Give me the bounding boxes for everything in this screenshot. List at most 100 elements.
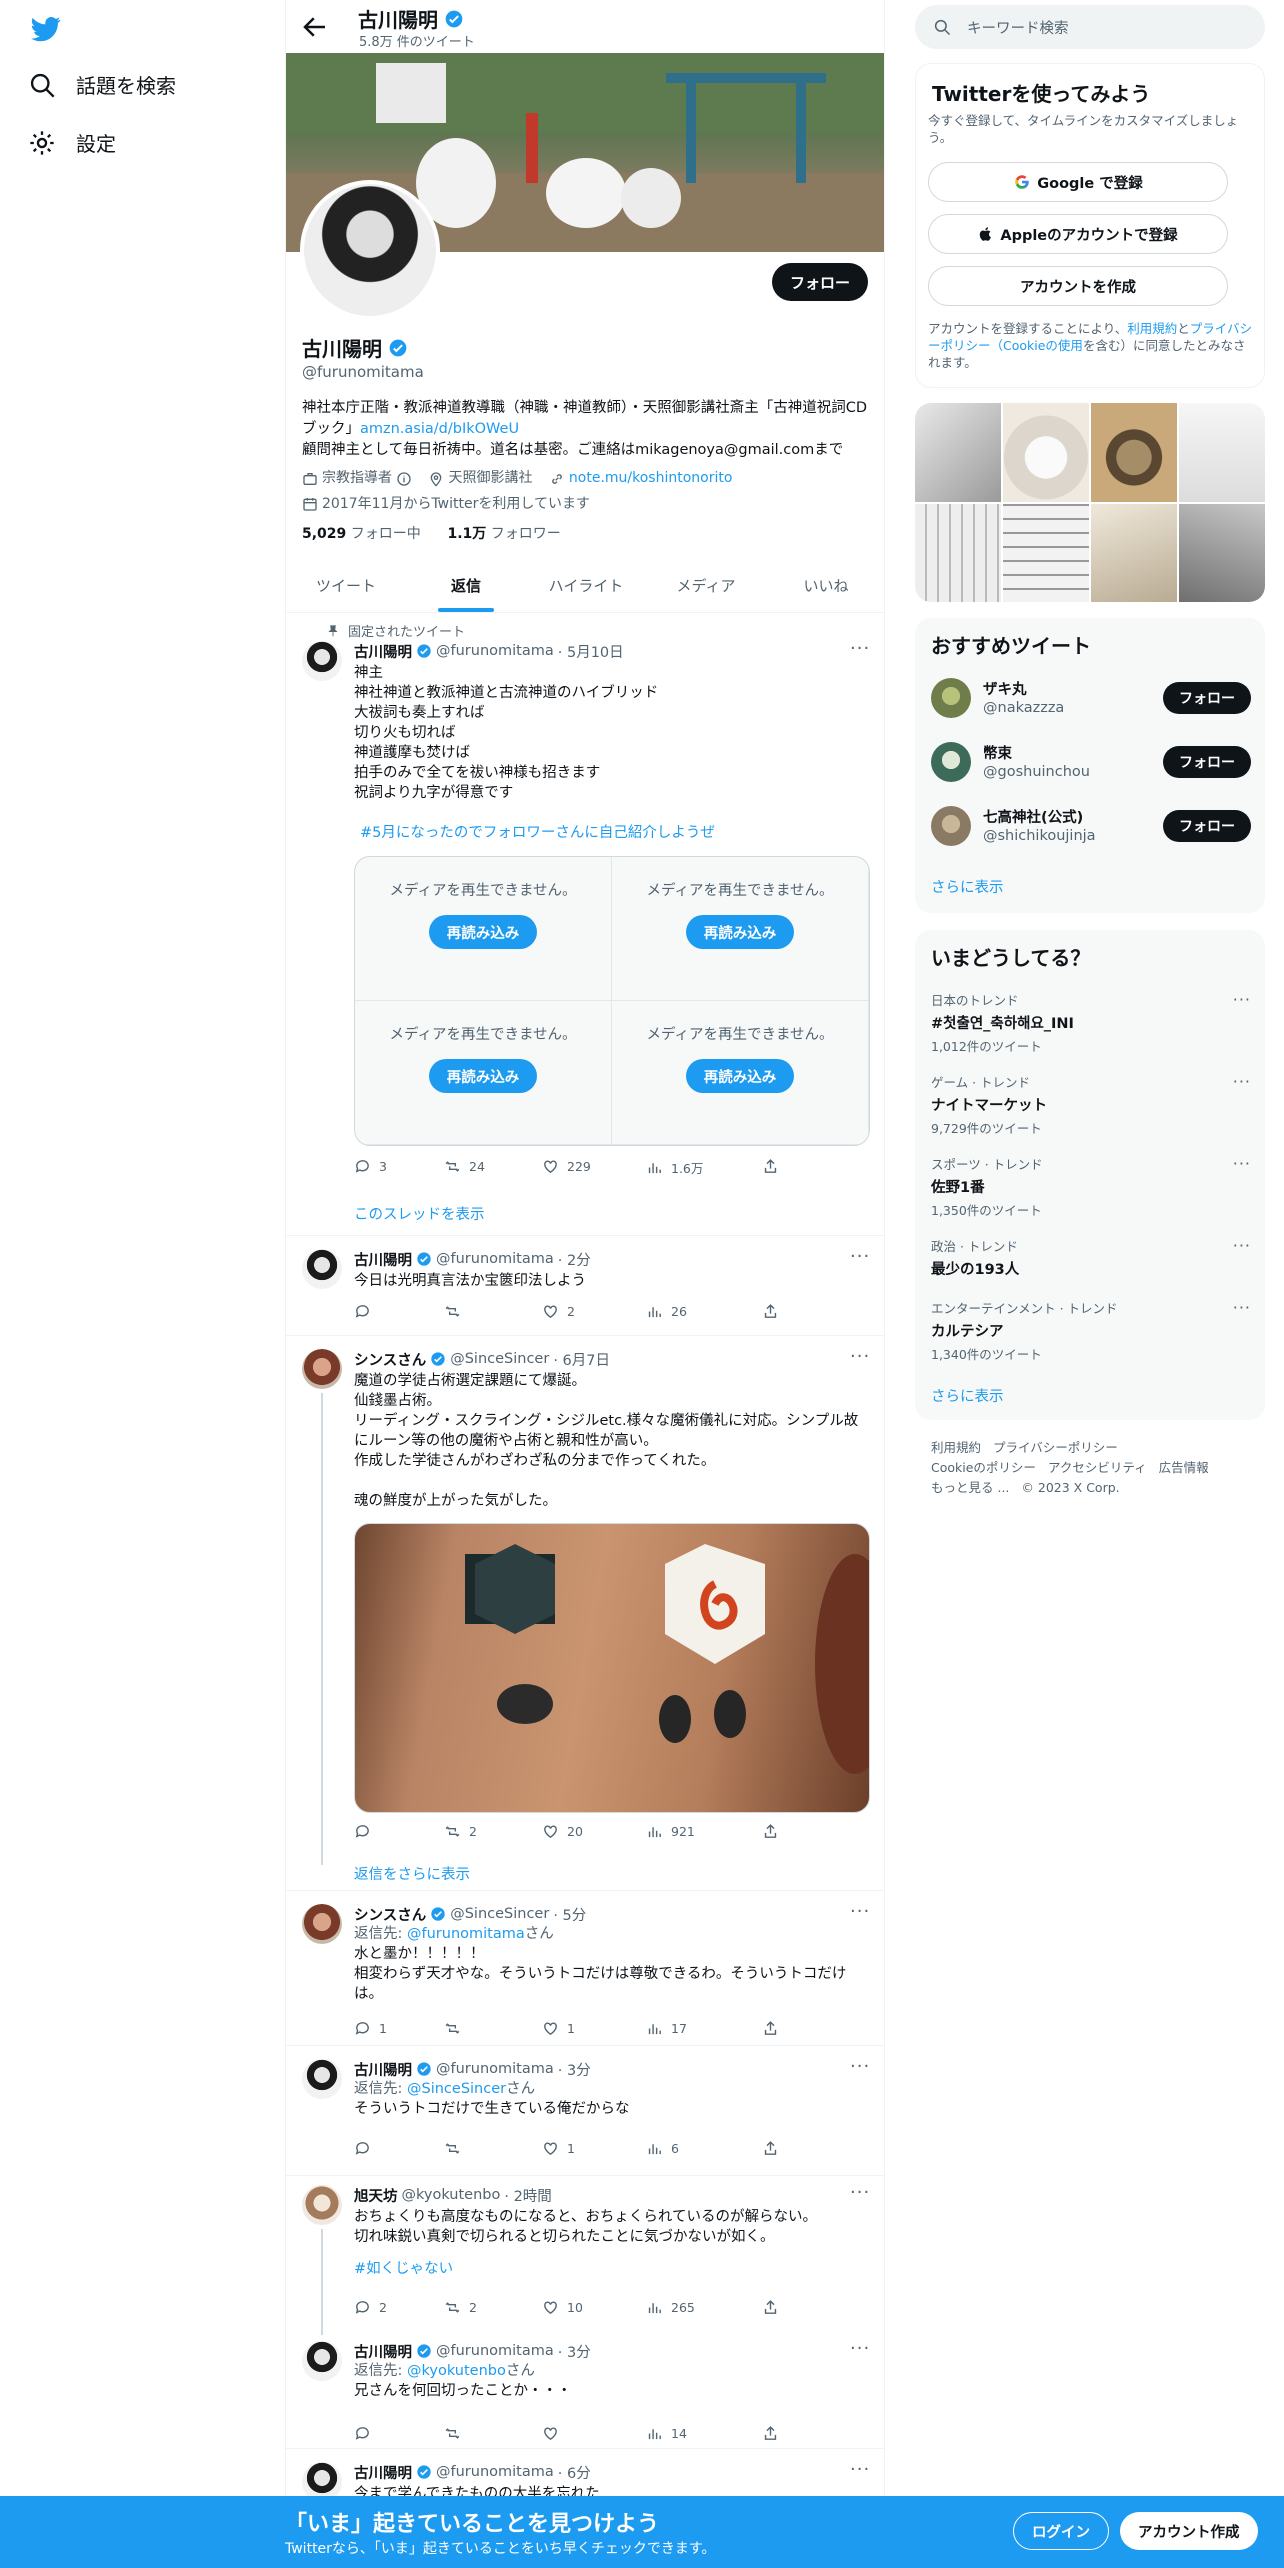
tab-media[interactable]: メディア bbox=[646, 560, 766, 612]
views-button[interactable]: 265 bbox=[646, 2299, 695, 2316]
footer-ads[interactable]: 広告情報 bbox=[1159, 1460, 1209, 1475]
reload-button[interactable]: 再読み込み bbox=[685, 1059, 795, 1093]
reply-button[interactable] bbox=[354, 1823, 379, 1840]
more-options-icon[interactable]: ··· bbox=[850, 2184, 870, 2207]
avatar[interactable] bbox=[302, 641, 342, 681]
tweet[interactable]: シンスさん @SinceSincer · 5分 返信先: @furunomita… bbox=[286, 1890, 884, 2045]
like-button[interactable]: 1 bbox=[542, 2020, 575, 2037]
hashtag-link[interactable]: #如くじゃない bbox=[354, 2261, 453, 2277]
hashtag-link[interactable]: #5月になったのでフォロワーさんに自己紹介しようぜ bbox=[360, 825, 715, 841]
like-button[interactable]: 20 bbox=[542, 1823, 583, 1840]
share-button[interactable] bbox=[762, 1303, 779, 1320]
more-options-icon[interactable]: ··· bbox=[850, 1348, 870, 1371]
footer-accessibility[interactable]: アクセシビリティ bbox=[1048, 1460, 1147, 1475]
trend-item[interactable]: 政治 · トレンド 最少の193人 ··· bbox=[931, 1236, 1251, 1279]
info-icon[interactable] bbox=[396, 471, 412, 487]
reload-button[interactable]: 再読み込み bbox=[428, 1059, 538, 1093]
tweet[interactable]: 古川陽明 @furunomitama · 2分 今日は光明真言法か宝篋印法しよう… bbox=[286, 1235, 884, 1335]
terms-link[interactable]: 利用規約 bbox=[1127, 321, 1177, 336]
following-link[interactable]: 5,029 フォロー中 bbox=[302, 526, 421, 542]
retweet-button[interactable]: 2 bbox=[444, 1823, 477, 1840]
follow-button[interactable]: フォロー bbox=[1163, 746, 1251, 778]
profile-avatar[interactable] bbox=[300, 180, 440, 320]
twitter-logo-icon[interactable] bbox=[28, 14, 64, 44]
more-options-icon[interactable]: ··· bbox=[1233, 1298, 1251, 1317]
create-account-button[interactable]: アカウントを作成 bbox=[928, 266, 1228, 306]
share-button[interactable] bbox=[762, 2020, 779, 2037]
gallery-image[interactable] bbox=[1003, 503, 1089, 602]
gallery-image[interactable] bbox=[1179, 403, 1265, 502]
like-button[interactable]: 2 bbox=[542, 1303, 575, 1320]
footer-privacy[interactable]: プライバシーポリシー bbox=[993, 1440, 1118, 1455]
tweet-photo[interactable] bbox=[354, 1523, 870, 1813]
login-button[interactable]: ログイン bbox=[1013, 2512, 1109, 2550]
show-thread-link[interactable]: このスレッドを表示 bbox=[354, 1203, 485, 1224]
views-button[interactable]: 26 bbox=[646, 1303, 687, 1320]
more-options-icon[interactable]: ··· bbox=[1233, 1236, 1251, 1255]
retweet-button[interactable]: 2 bbox=[444, 2299, 477, 2316]
reload-button[interactable]: 再読み込み bbox=[685, 915, 795, 949]
show-more-replies-link[interactable]: 返信をさらに表示 bbox=[354, 1863, 470, 1884]
avatar[interactable] bbox=[302, 2341, 342, 2381]
google-signup-button[interactable]: Google で登録 bbox=[928, 162, 1228, 202]
avatar[interactable] bbox=[302, 1249, 342, 1289]
share-button[interactable] bbox=[762, 2425, 779, 2442]
like-button[interactable]: 1 bbox=[542, 2140, 575, 2157]
search-input[interactable]: キーワード検索 bbox=[915, 5, 1265, 49]
back-arrow-icon[interactable] bbox=[300, 12, 330, 42]
rec-user[interactable]: ザキ丸 @nakazzza フォロー bbox=[931, 674, 1251, 722]
reload-button[interactable]: 再読み込み bbox=[428, 915, 538, 949]
trend-item[interactable]: スポーツ · トレンド 佐野1番 1,350件のツイート ··· bbox=[931, 1154, 1251, 1219]
share-button[interactable] bbox=[762, 2299, 779, 2316]
tab-replies[interactable]: 返信 bbox=[406, 560, 526, 612]
footer-terms[interactable]: 利用規約 bbox=[931, 1440, 981, 1455]
reply-button[interactable]: 1 bbox=[354, 2020, 387, 2037]
more-options-icon[interactable]: ··· bbox=[1233, 1154, 1251, 1173]
tweet[interactable]: 古川陽明 @furunomitama · 3分 返信先: @SinceSince… bbox=[286, 2045, 884, 2175]
views-button[interactable]: 6 bbox=[646, 2140, 679, 2157]
tab-likes[interactable]: いいね bbox=[766, 560, 884, 612]
rec-show-more-link[interactable]: さらに表示 bbox=[931, 876, 1004, 897]
rec-user[interactable]: 七高神社(公式) @shichikoujinja フォロー bbox=[931, 802, 1251, 850]
avatar[interactable] bbox=[302, 1349, 342, 1389]
like-button[interactable] bbox=[542, 2425, 567, 2442]
avatar[interactable] bbox=[302, 2059, 342, 2099]
more-options-icon[interactable]: ··· bbox=[850, 2058, 870, 2081]
gallery-image[interactable] bbox=[1091, 503, 1177, 602]
retweet-button[interactable] bbox=[444, 1303, 469, 1320]
gallery-image[interactable] bbox=[1179, 503, 1265, 602]
tab-highlights[interactable]: ハイライト bbox=[526, 560, 646, 612]
gallery-image[interactable] bbox=[915, 403, 1001, 502]
trend-item[interactable]: エンターテインメント · トレンド カルテシア 1,340件のツイート ··· bbox=[931, 1298, 1251, 1363]
apple-signup-button[interactable]: Appleのアカウントで登録 bbox=[928, 214, 1228, 254]
views-button[interactable]: 921 bbox=[646, 1823, 695, 1840]
reply-button[interactable] bbox=[354, 1303, 379, 1320]
nav-settings[interactable]: 設定 bbox=[28, 128, 116, 157]
reply-button[interactable]: 2 bbox=[354, 2299, 387, 2316]
trends-show-more-link[interactable]: さらに表示 bbox=[931, 1385, 1004, 1406]
more-options-icon[interactable]: ··· bbox=[850, 640, 870, 663]
tweet[interactable]: 旭天坊 @kyokutenbo · 2時間 おちょくりも高度なものになると、おち… bbox=[286, 2175, 884, 2335]
nav-explore[interactable]: 話題を検索 bbox=[28, 70, 176, 99]
tweet-pinned[interactable]: 固定されたツイート 古川陽明 @furunomitama · 5月10日 神主 … bbox=[286, 613, 884, 1235]
followers-link[interactable]: 1.1万 フォロワー bbox=[447, 526, 560, 542]
more-options-icon[interactable]: ··· bbox=[850, 2340, 870, 2363]
profile-website[interactable]: note.mu/koshintonorito bbox=[549, 468, 732, 489]
like-button[interactable]: 10 bbox=[542, 2299, 583, 2316]
share-button[interactable] bbox=[762, 2140, 779, 2157]
follow-button[interactable]: フォロー bbox=[1163, 810, 1251, 842]
avatar[interactable] bbox=[302, 2185, 342, 2225]
tab-tweets[interactable]: ツイート bbox=[286, 560, 406, 612]
views-button[interactable]: 1.6万 bbox=[646, 1158, 703, 1177]
trend-item[interactable]: ゲーム · トレンド ナイトマーケット 9,729件のツイート ··· bbox=[931, 1072, 1251, 1137]
follow-button[interactable]: フォロー bbox=[1163, 682, 1251, 714]
tweet[interactable]: 古川陽明 @furunomitama · 6分 今まで学んできたものの大半を忘れ… bbox=[286, 2448, 884, 2502]
tweet[interactable]: 古川陽明 @furunomitama · 3分 返信先: @kyokutenbo… bbox=[286, 2335, 884, 2463]
follow-button[interactable]: フォロー bbox=[771, 263, 868, 301]
tweet[interactable]: シンスさん @SinceSincer · 6月7日 魔道の学徒占術選定課題にて爆… bbox=[286, 1335, 884, 1870]
trend-item[interactable]: 日本のトレンド #첫출연_축하해요_INI 1,012件のツイート ··· bbox=[931, 990, 1251, 1055]
gallery-image[interactable] bbox=[1091, 403, 1177, 502]
bio-link[interactable]: amzn.asia/d/bIkOWeU bbox=[360, 421, 519, 437]
retweet-button[interactable] bbox=[444, 2425, 469, 2442]
rec-user[interactable]: 幣束 @goshuinchou フォロー bbox=[931, 738, 1251, 786]
